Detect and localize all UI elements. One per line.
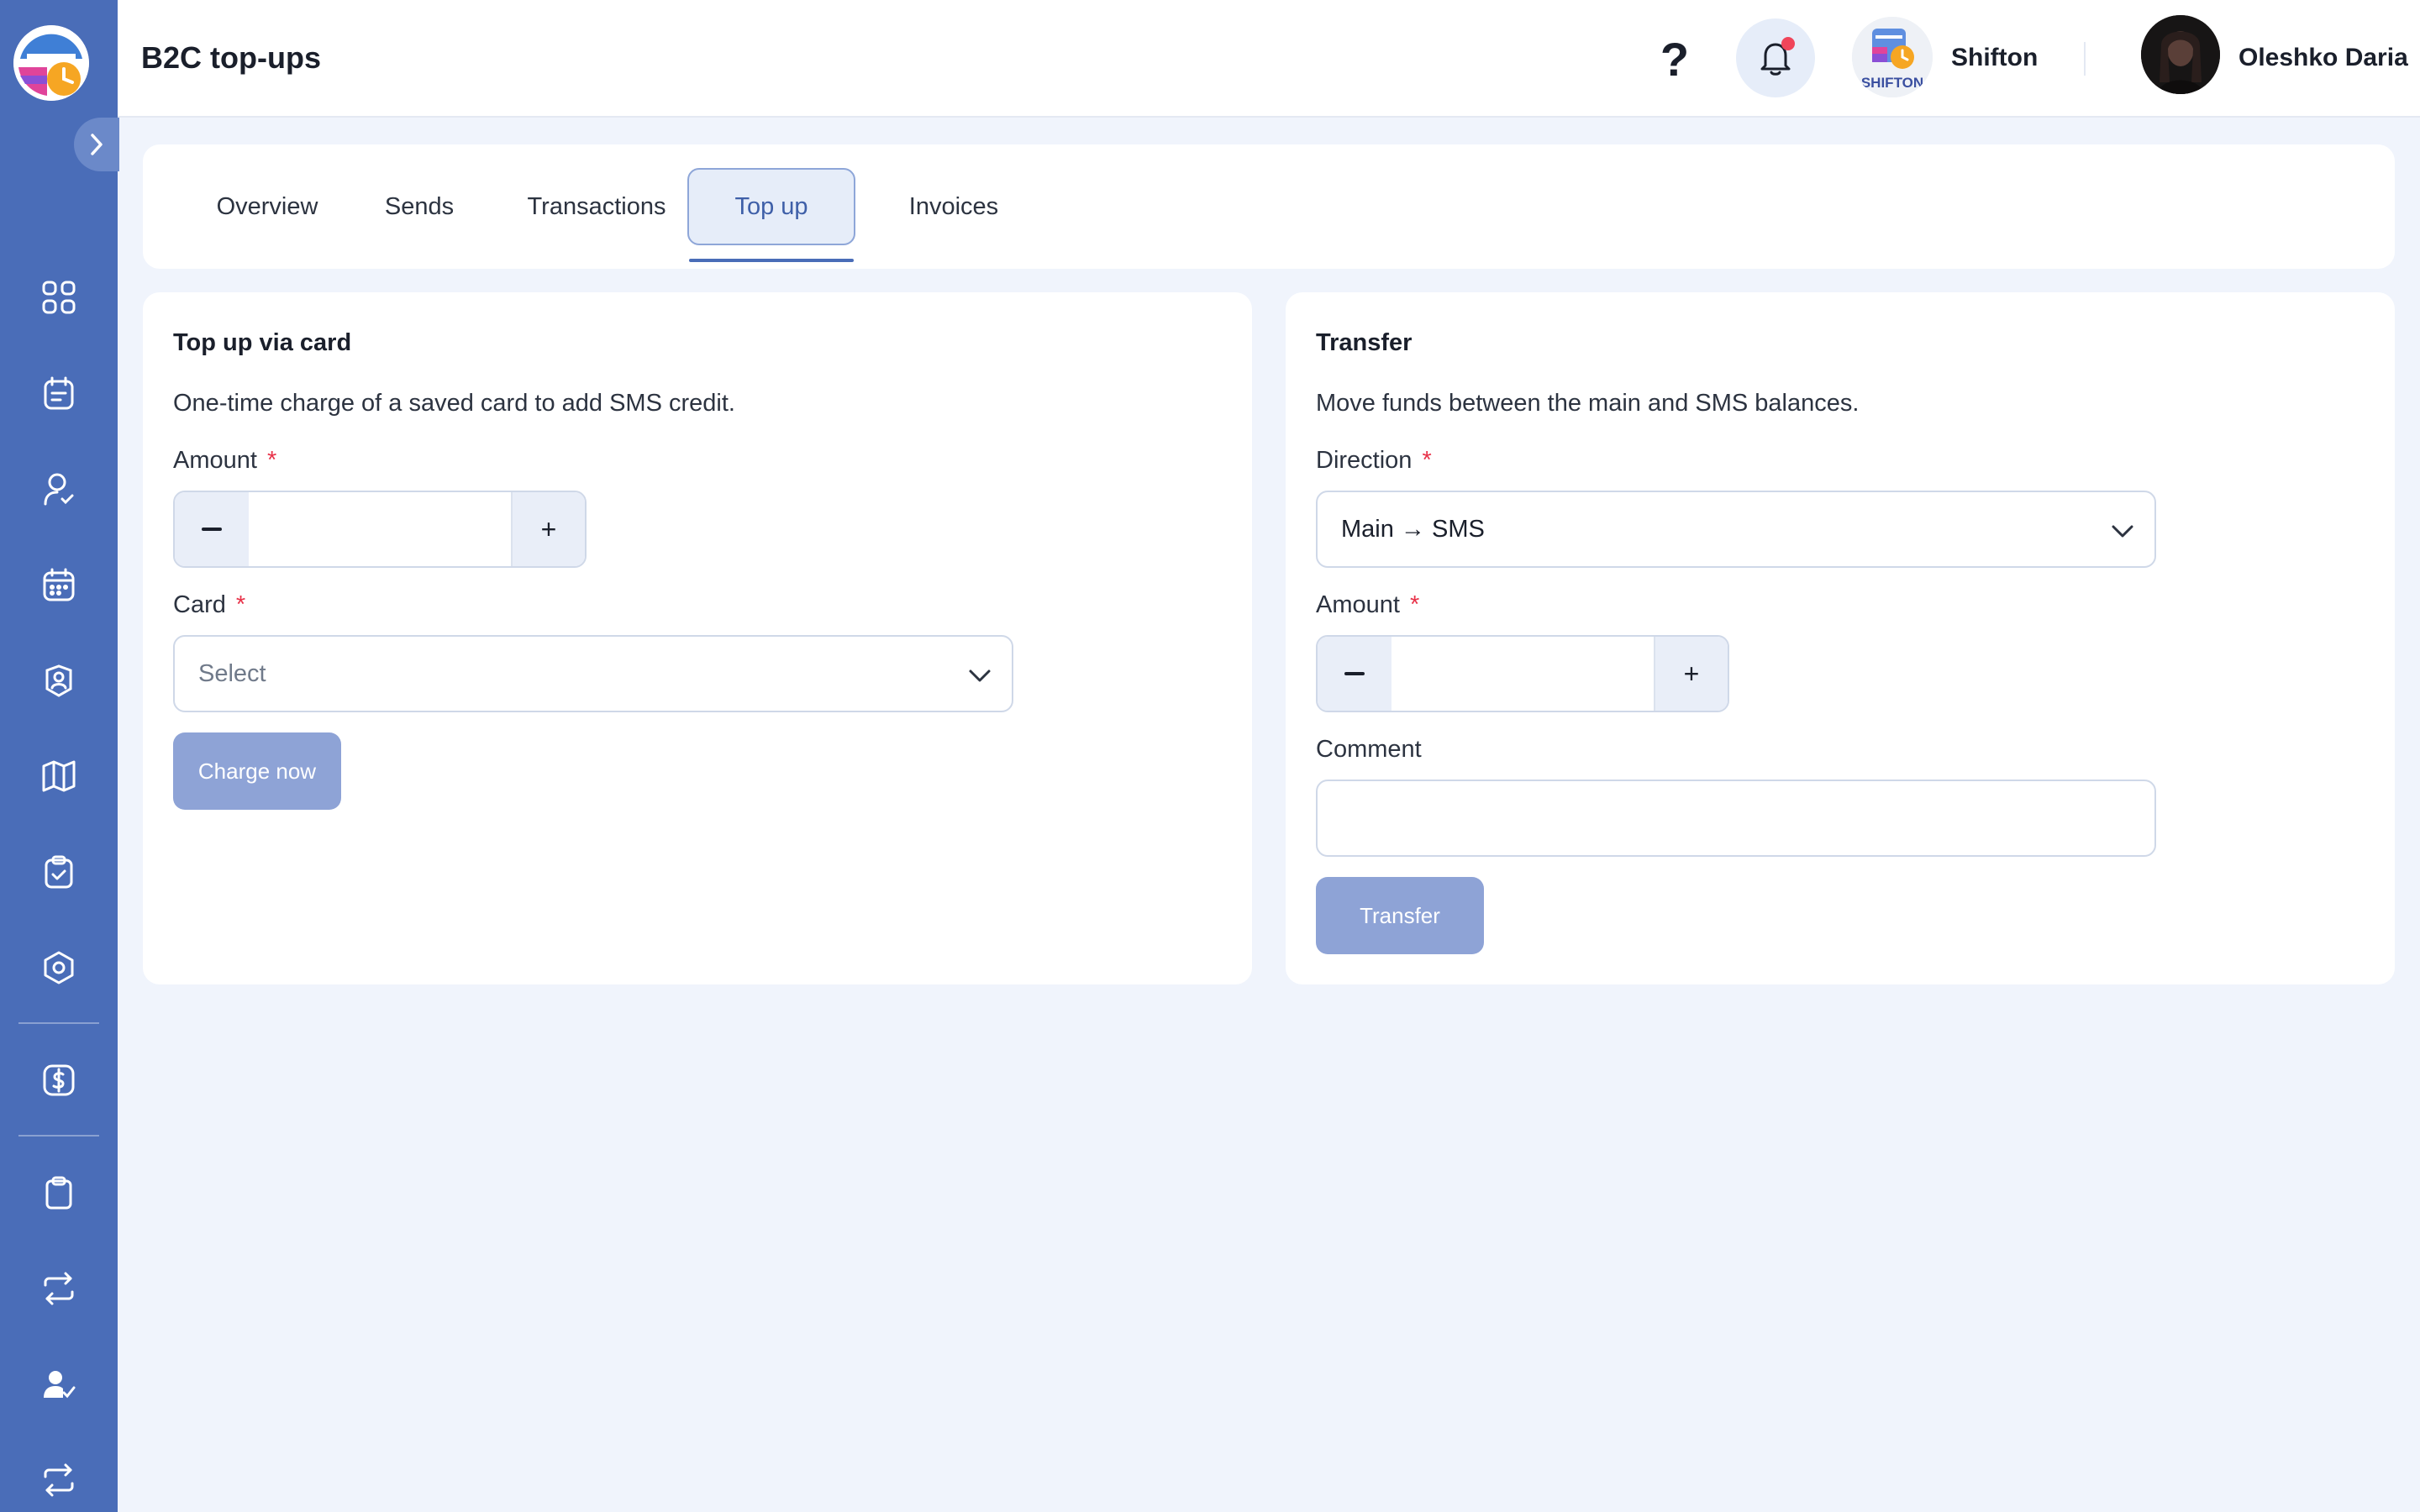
required-mark: *: [1409, 591, 1420, 618]
notification-dot: [1781, 37, 1795, 50]
active-tab-indicator: [689, 259, 854, 262]
plus-icon: +: [1683, 658, 1700, 689]
tab-sends[interactable]: Sends: [358, 168, 481, 245]
map-icon: [42, 760, 76, 792]
swap-icon: [44, 1463, 74, 1497]
amount-label: Amount *: [173, 447, 277, 474]
amount-stepper: +: [1316, 635, 1729, 712]
card-select-placeholder: Select: [198, 660, 266, 687]
topup-card: Top up via card One-time charge of a sav…: [143, 292, 1252, 984]
required-mark: *: [235, 591, 246, 618]
sidebar: [0, 0, 119, 1512]
transfer-card: Transfer Move funds between the main and…: [1286, 292, 2395, 984]
amount-input[interactable]: [249, 492, 508, 566]
sidebar-item-schedule[interactable]: [34, 368, 84, 418]
sidebar-item-badge[interactable]: [34, 655, 84, 706]
sidebar-item-calendar[interactable]: [34, 559, 84, 610]
tab-overview[interactable]: Overview: [188, 168, 346, 245]
schedule-list-icon: [44, 376, 74, 410]
company-logo[interactable]: SHIFTON: [1852, 17, 1933, 97]
tab-transactions[interactable]: Transactions: [508, 168, 686, 245]
user-check-icon: [44, 1371, 76, 1399]
direction-select-value: Main → SMS: [1341, 516, 1485, 543]
top-header: B2C top-ups ? SHIFTON Shifton Oleshko Da…: [118, 0, 2420, 118]
billing-dollar-icon: [43, 1064, 75, 1096]
company-name[interactable]: Shifton: [1951, 44, 2038, 72]
user-name[interactable]: Oleshko Daria: [2238, 44, 2408, 72]
card-label: Card *: [173, 591, 246, 618]
badge-icon: [45, 664, 72, 697]
app-logo[interactable]: [13, 25, 89, 101]
sidebar-divider: [18, 1022, 99, 1024]
comment-input[interactable]: [1316, 780, 2156, 857]
tasks-icon: [45, 855, 73, 889]
sidebar-item-user-check[interactable]: [34, 1359, 84, 1410]
charge-now-button[interactable]: Charge now: [173, 732, 341, 810]
dashboard-grid-icon: [42, 281, 76, 314]
help-icon: ?: [1660, 32, 1690, 86]
amount-label: Amount *: [1316, 591, 1420, 618]
chevron-down-icon: [969, 669, 991, 682]
plus-icon: +: [540, 513, 557, 544]
increment-button[interactable]: +: [511, 492, 585, 566]
sidebar-item-exchange[interactable]: [34, 1263, 84, 1314]
amount-input[interactable]: [1392, 637, 1650, 711]
chevron-right-icon: [91, 134, 103, 155]
svg-text:SHIFTON: SHIFTON: [1861, 75, 1923, 91]
chevron-down-icon: [2112, 525, 2133, 538]
minus-icon: [202, 528, 222, 531]
sidebar-item-settings[interactable]: [34, 942, 84, 993]
transfer-button[interactable]: Transfer: [1316, 877, 1484, 954]
sidebar-item-tasks[interactable]: [34, 847, 84, 897]
calendar-icon: [43, 568, 75, 601]
direction-label: Direction *: [1316, 447, 1432, 474]
clipboard-icon: [45, 1176, 72, 1210]
increment-button[interactable]: +: [1654, 637, 1728, 711]
notifications-button[interactable]: [1736, 18, 1815, 97]
page-title: B2C top-ups: [141, 40, 321, 75]
sidebar-item-employees[interactable]: [34, 464, 84, 514]
decrement-button[interactable]: [175, 492, 249, 566]
header-divider: [2084, 42, 2086, 76]
sidebar-item-billing[interactable]: [34, 1055, 84, 1105]
sidebar-item-dashboard[interactable]: [34, 272, 84, 323]
employee-icon: [44, 473, 74, 506]
topup-description: One-time charge of a saved card to add S…: [173, 390, 735, 417]
transfer-title: Transfer: [1316, 329, 1413, 356]
sidebar-divider: [18, 1135, 99, 1137]
tab-invoices[interactable]: Invoices: [876, 168, 1032, 245]
direction-select[interactable]: Main → SMS: [1316, 491, 2156, 568]
required-mark: *: [1422, 447, 1432, 474]
exchange-icon: [44, 1272, 74, 1305]
help-button[interactable]: ?: [1652, 32, 1697, 86]
minus-icon: [1344, 672, 1365, 675]
transfer-description: Move funds between the main and SMS bala…: [1316, 390, 1860, 417]
sidebar-item-clipboard[interactable]: [34, 1168, 84, 1218]
card-select[interactable]: Select: [173, 635, 1013, 712]
amount-stepper: +: [173, 491, 587, 568]
required-mark: *: [266, 447, 277, 474]
settings-icon: [44, 951, 74, 984]
tabs-bar: Overview Sends Transactions Top up Invoi…: [143, 144, 2395, 269]
user-photo: [2141, 15, 2220, 94]
decrement-button[interactable]: [1318, 637, 1392, 711]
topup-title: Top up via card: [173, 329, 352, 356]
user-avatar[interactable]: [2141, 15, 2220, 94]
sidebar-item-map[interactable]: [34, 751, 84, 801]
sidebar-expand-button[interactable]: [74, 118, 119, 171]
comment-label: Comment: [1316, 736, 1422, 763]
sidebar-item-swap[interactable]: [34, 1455, 84, 1505]
tab-top-up[interactable]: Top up: [687, 168, 855, 245]
